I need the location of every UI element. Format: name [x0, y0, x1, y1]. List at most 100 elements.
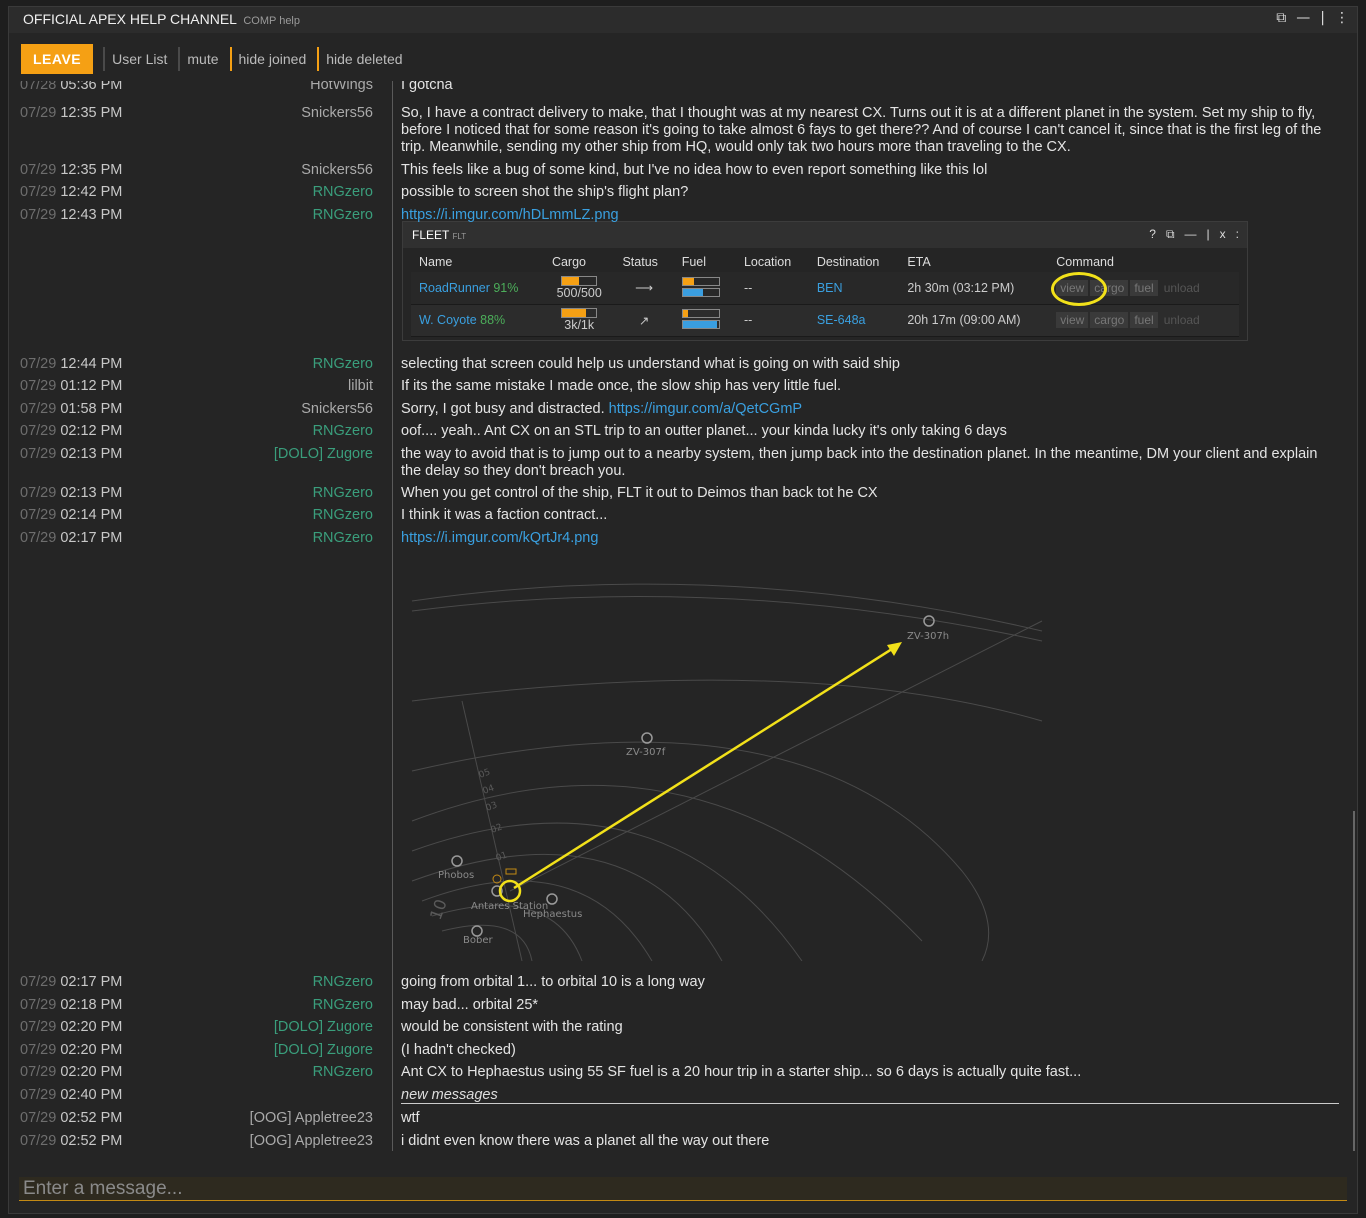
username[interactable]: [OOG] Appletree23	[250, 1133, 373, 1149]
message-link[interactable]: https://imgur.com/a/QetCGmP	[609, 401, 802, 417]
fleet-table: Name Cargo Status Fuel Location Destination ET…	[411, 252, 1239, 337]
username[interactable]: RNGzero	[313, 423, 373, 439]
orbit-line	[421, 880, 653, 961]
hide-joined-toggle[interactable]: hide joined	[229, 47, 314, 71]
timestamp: 07/29 02:13 PM	[20, 485, 122, 501]
timestamp-time: 12:35 PM	[56, 105, 123, 121]
message-link[interactable]: https://i.imgur.com/hDLmmLZ.png	[401, 207, 619, 223]
username[interactable]: Snickers56	[301, 401, 373, 417]
fuel-bar	[681, 276, 720, 286]
username[interactable]: RNGzero	[313, 184, 373, 200]
fuel-bar	[681, 320, 720, 329]
message-text: I gotcha	[401, 81, 1339, 94]
minimize-icon[interactable]: —	[1296, 10, 1310, 26]
username[interactable]: RNGzero	[313, 1064, 373, 1080]
orbit-line	[411, 583, 1043, 632]
timestamp-date: 07/29	[20, 530, 57, 546]
timestamp-date: 07/29	[20, 507, 57, 523]
username[interactable]: [DOLO] Zugore	[274, 1019, 373, 1035]
message-body: wtf	[401, 1110, 420, 1126]
username[interactable]: RNGzero	[313, 207, 373, 223]
timestamp-time: 12:35 PM	[56, 162, 123, 178]
cargo-text: 500/500	[556, 285, 602, 300]
scrollbar[interactable]	[1353, 811, 1355, 1151]
username[interactable]: RNGzero	[313, 507, 373, 523]
arrow-head-icon	[887, 642, 902, 656]
message-body: (I hadn't checked)	[401, 1042, 516, 1058]
timestamp-date: 07/29	[20, 356, 57, 372]
timestamp: 07/29 02:12 PM	[20, 423, 122, 439]
fleet-screenshot: FLEET FLT ? ⧉ — | x : Name Cargo Status Fue…	[402, 221, 1248, 341]
message-body: may bad... orbital 25*	[401, 997, 539, 1013]
timestamp: 07/29 02:17 PM	[20, 974, 122, 990]
timestamp-time: 02:20 PM	[56, 1019, 123, 1035]
message-input[interactable]: Enter a message...	[19, 1177, 1347, 1201]
separator-icon: |	[1320, 10, 1325, 26]
message-list[interactable]: FLEET FLT ? ⧉ — | x : Name Cargo Status Fue…	[9, 81, 1357, 1161]
channel-name: OFFICIAL APEX HELP CHANNEL	[23, 11, 237, 27]
message-body: So, I have a contract delivery to make, …	[401, 105, 1322, 155]
menu-icon: :	[1235, 227, 1239, 241]
timestamp-time: 05:36 PM	[56, 81, 123, 93]
username[interactable]: RNGzero	[313, 356, 373, 372]
popout-icon[interactable]: ⧉	[1276, 10, 1286, 26]
message-text: i didnt even know there was a planet all…	[401, 1133, 1339, 1150]
toolbar: LEAVE User List mute hide joined hide de…	[21, 43, 410, 75]
username[interactable]: Snickers56	[301, 105, 373, 121]
message-text: I think it was a faction contract...	[401, 507, 1339, 524]
username[interactable]: RNGzero	[313, 485, 373, 501]
hide-deleted-toggle[interactable]: hide deleted	[317, 47, 409, 71]
message-link[interactable]: https://i.imgur.com/kQrtJr4.png	[401, 530, 598, 546]
timestamp-time: 02:17 PM	[56, 974, 123, 990]
message-text: possible to screen shot the ship's fligh…	[401, 184, 1339, 201]
message-body: Sorry, I got busy and distracted.	[401, 401, 609, 417]
timestamp: 07/29 02:40 PM	[20, 1087, 122, 1103]
username[interactable]: RNGzero	[313, 974, 373, 990]
timestamp-date: 07/29	[20, 105, 57, 121]
message-text: This feels like a bug of some kind, but …	[401, 162, 1339, 179]
timestamp-date: 07/29	[20, 997, 57, 1013]
timestamp-date: 07/29	[20, 1042, 57, 1058]
username[interactable]: Snickers56	[301, 162, 373, 178]
timestamp: 07/28 05:36 PM	[20, 81, 122, 93]
ship-condition: 91%	[493, 280, 519, 295]
fleet-controls: ? ⧉ — | x :	[1149, 227, 1239, 242]
planet-icon	[546, 893, 558, 905]
timestamp-date: 07/29	[20, 1064, 57, 1080]
username[interactable]: [DOLO] Zugore	[274, 1042, 373, 1058]
username[interactable]: RNGzero	[313, 530, 373, 546]
username[interactable]: [OOG] Appletree23	[250, 1110, 373, 1126]
map-label-phobos: Phobos	[438, 870, 474, 881]
ship-name-cell: W. Coyote 88%	[411, 304, 544, 337]
destination-link: BEN	[816, 280, 843, 295]
user-list-button[interactable]: User List	[103, 47, 174, 71]
username[interactable]: lilbit	[348, 378, 373, 394]
orbit-label: 03	[485, 801, 499, 814]
mute-button[interactable]: mute	[178, 47, 225, 71]
ship-condition: 88%	[480, 313, 506, 327]
fleet-column-header: Location	[743, 255, 792, 269]
fleet-column-header: Command	[1056, 255, 1114, 269]
message-text: So, I have a contract delivery to make, …	[401, 105, 1339, 156]
fleet-title-text: FLEET	[412, 228, 450, 242]
username[interactable]: [DOLO] Zugore	[274, 446, 373, 462]
leave-button[interactable]: LEAVE	[21, 44, 94, 74]
timestamp-time: 02:17 PM	[56, 530, 123, 546]
timestamp-date: 07/29	[20, 1087, 57, 1103]
username[interactable]: RNGzero	[313, 997, 373, 1013]
timestamp-time: 02:13 PM	[56, 485, 123, 501]
map-label-zv307f: ZV-307f	[626, 747, 666, 758]
cargo-cell: 500/500	[543, 272, 615, 305]
username[interactable]: HotWings	[310, 81, 373, 93]
fuel-command-button: fuel	[1130, 312, 1158, 328]
message-text: Ant CX to Hephaestus using 55 SF fuel is…	[401, 1064, 1339, 1081]
menu-icon[interactable]: ⋮	[1335, 10, 1349, 26]
message-text: oof.... yeah.. Ant CX on an STL trip to …	[401, 423, 1339, 440]
column-divider	[392, 81, 393, 1151]
status-cell: ⟶	[614, 272, 674, 305]
planet-icon	[641, 732, 653, 744]
message-body: I think it was a faction contract...	[401, 507, 608, 523]
command-cell: view cargo fuel unload	[1048, 304, 1239, 337]
timestamp: 07/29 02:20 PM	[20, 1064, 122, 1080]
timestamp: 07/29 01:12 PM	[20, 378, 122, 394]
